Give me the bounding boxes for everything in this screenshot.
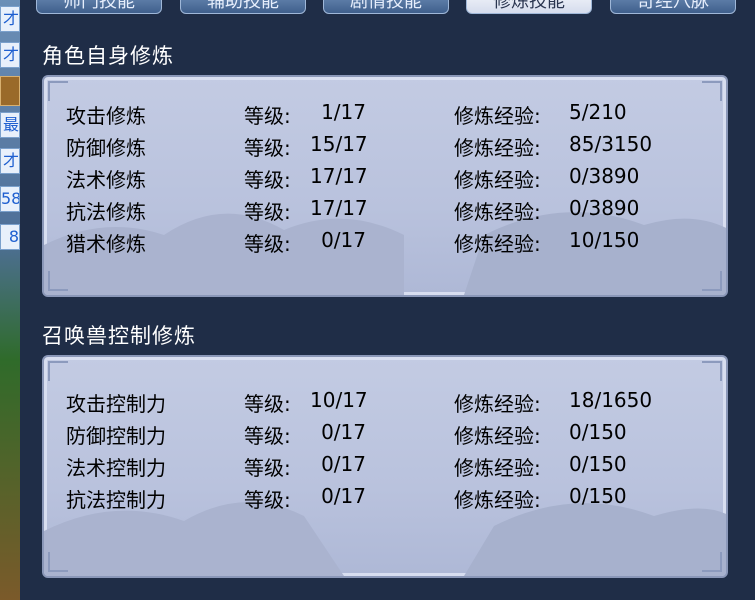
exp-value: 0/150 (569, 420, 627, 444)
cultivation-name: 法术控制力 (66, 456, 166, 480)
cultivation-name: 猎术修炼 (66, 232, 146, 256)
exp-value: 85/3150 (569, 132, 653, 156)
pet-cultivation-title: 召唤兽控制修炼 (42, 324, 196, 348)
cultivation-row: 猎术修炼 等级: 0/17 修炼经验: 10/150 (44, 228, 726, 258)
corner-ornament (702, 552, 722, 572)
cultivation-name: 法术修炼 (66, 168, 146, 192)
cultivation-name: 抗法控制力 (66, 488, 166, 512)
cultivation-row: 防御控制力 等级: 0/17 修炼经验: 0/150 (44, 420, 726, 450)
corner-ornament (702, 81, 722, 101)
cultivation-row: 防御修炼 等级: 15/17 修炼经验: 85/3150 (44, 132, 726, 162)
corner-ornament (48, 271, 68, 291)
cultivation-row: 攻击修炼 等级: 1/17 修炼经验: 5/210 (44, 100, 726, 130)
cultivation-row: 抗法控制力 等级: 0/17 修炼经验: 0/150 (44, 484, 726, 514)
level-value: 17/17 (310, 164, 368, 188)
exp-value: 0/150 (569, 484, 627, 508)
level-label: 等级: (244, 424, 291, 448)
corner-ornament (48, 552, 68, 572)
level-label: 等级: (244, 232, 291, 256)
background-text: 才 (0, 148, 20, 174)
level-label: 等级: (244, 200, 291, 224)
corner-ornament (702, 361, 722, 381)
level-value: 17/17 (310, 196, 368, 220)
level-label: 等级: (244, 488, 291, 512)
level-value: 15/17 (310, 132, 368, 156)
background-text: 最 (0, 112, 20, 138)
exp-label: 修炼经验: (454, 136, 541, 160)
corner-ornament (702, 271, 722, 291)
tab-meridian-skills[interactable]: 奇经八脉 (610, 0, 736, 14)
cultivation-row: 法术控制力 等级: 0/17 修炼经验: 0/150 (44, 452, 726, 482)
exp-value: 0/150 (569, 452, 627, 476)
exp-label: 修炼经验: (454, 488, 541, 512)
level-label: 等级: (244, 392, 291, 416)
background-text: 58 (0, 186, 20, 212)
background-text: 8 (0, 224, 20, 250)
level-value: 1/17 (321, 100, 366, 124)
corner-ornament (48, 81, 68, 101)
exp-label: 修炼经验: (454, 104, 541, 128)
cultivation-name: 抗法修炼 (66, 200, 146, 224)
level-value: 10/17 (310, 388, 368, 412)
background-frame (0, 76, 20, 106)
self-cultivation-title: 角色自身修炼 (42, 44, 174, 68)
cultivation-name: 攻击修炼 (66, 104, 146, 128)
level-label: 等级: (244, 168, 291, 192)
tab-cultivation-skills[interactable]: 修炼技能 (466, 0, 592, 14)
tab-assist-skills[interactable]: 辅助技能 (180, 0, 306, 14)
pet-cultivation-box: 攻击控制力 等级: 10/17 修炼经验: 18/1650 防御控制力 等级: … (42, 355, 728, 578)
exp-value: 18/1650 (569, 388, 653, 412)
exp-label: 修炼经验: (454, 424, 541, 448)
exp-label: 修炼经验: (454, 232, 541, 256)
exp-value: 0/3890 (569, 164, 640, 188)
self-cultivation-box: 攻击修炼 等级: 1/17 修炼经验: 5/210 防御修炼 等级: 15/17… (42, 75, 728, 297)
exp-label: 修炼经验: (454, 456, 541, 480)
exp-value: 5/210 (569, 100, 627, 124)
cultivation-name: 防御控制力 (66, 424, 166, 448)
cultivation-row: 攻击控制力 等级: 10/17 修炼经验: 18/1650 (44, 388, 726, 418)
exp-value: 0/3890 (569, 196, 640, 220)
level-value: 0/17 (321, 228, 366, 252)
level-value: 0/17 (321, 420, 366, 444)
level-label: 等级: (244, 456, 291, 480)
background-text: 才 (0, 42, 20, 68)
cultivation-row: 法术修炼 等级: 17/17 修炼经验: 0/3890 (44, 164, 726, 194)
cultivation-row: 抗法修炼 等级: 17/17 修炼经验: 0/3890 (44, 196, 726, 226)
corner-ornament (48, 361, 68, 381)
tab-school-skills[interactable]: 师门技能 (36, 0, 162, 14)
exp-label: 修炼经验: (454, 200, 541, 224)
background-window-edge: 才 才 最 才 58 8 (0, 0, 20, 600)
skill-tabs: 师门技能 辅助技能 剧情技能 修炼技能 奇经八脉 (22, 0, 755, 18)
background-text: 才 (0, 6, 20, 32)
tab-story-skills[interactable]: 剧情技能 (323, 0, 449, 14)
exp-label: 修炼经验: (454, 392, 541, 416)
cultivation-skills-panel: 师门技能 辅助技能 剧情技能 修炼技能 奇经八脉 角色自身修炼 攻击修炼 等级:… (22, 0, 755, 600)
cultivation-name: 攻击控制力 (66, 392, 166, 416)
exp-value: 10/150 (569, 228, 640, 252)
exp-label: 修炼经验: (454, 168, 541, 192)
level-value: 0/17 (321, 452, 366, 476)
level-label: 等级: (244, 136, 291, 160)
level-label: 等级: (244, 104, 291, 128)
level-value: 0/17 (321, 484, 366, 508)
cultivation-name: 防御修炼 (66, 136, 146, 160)
